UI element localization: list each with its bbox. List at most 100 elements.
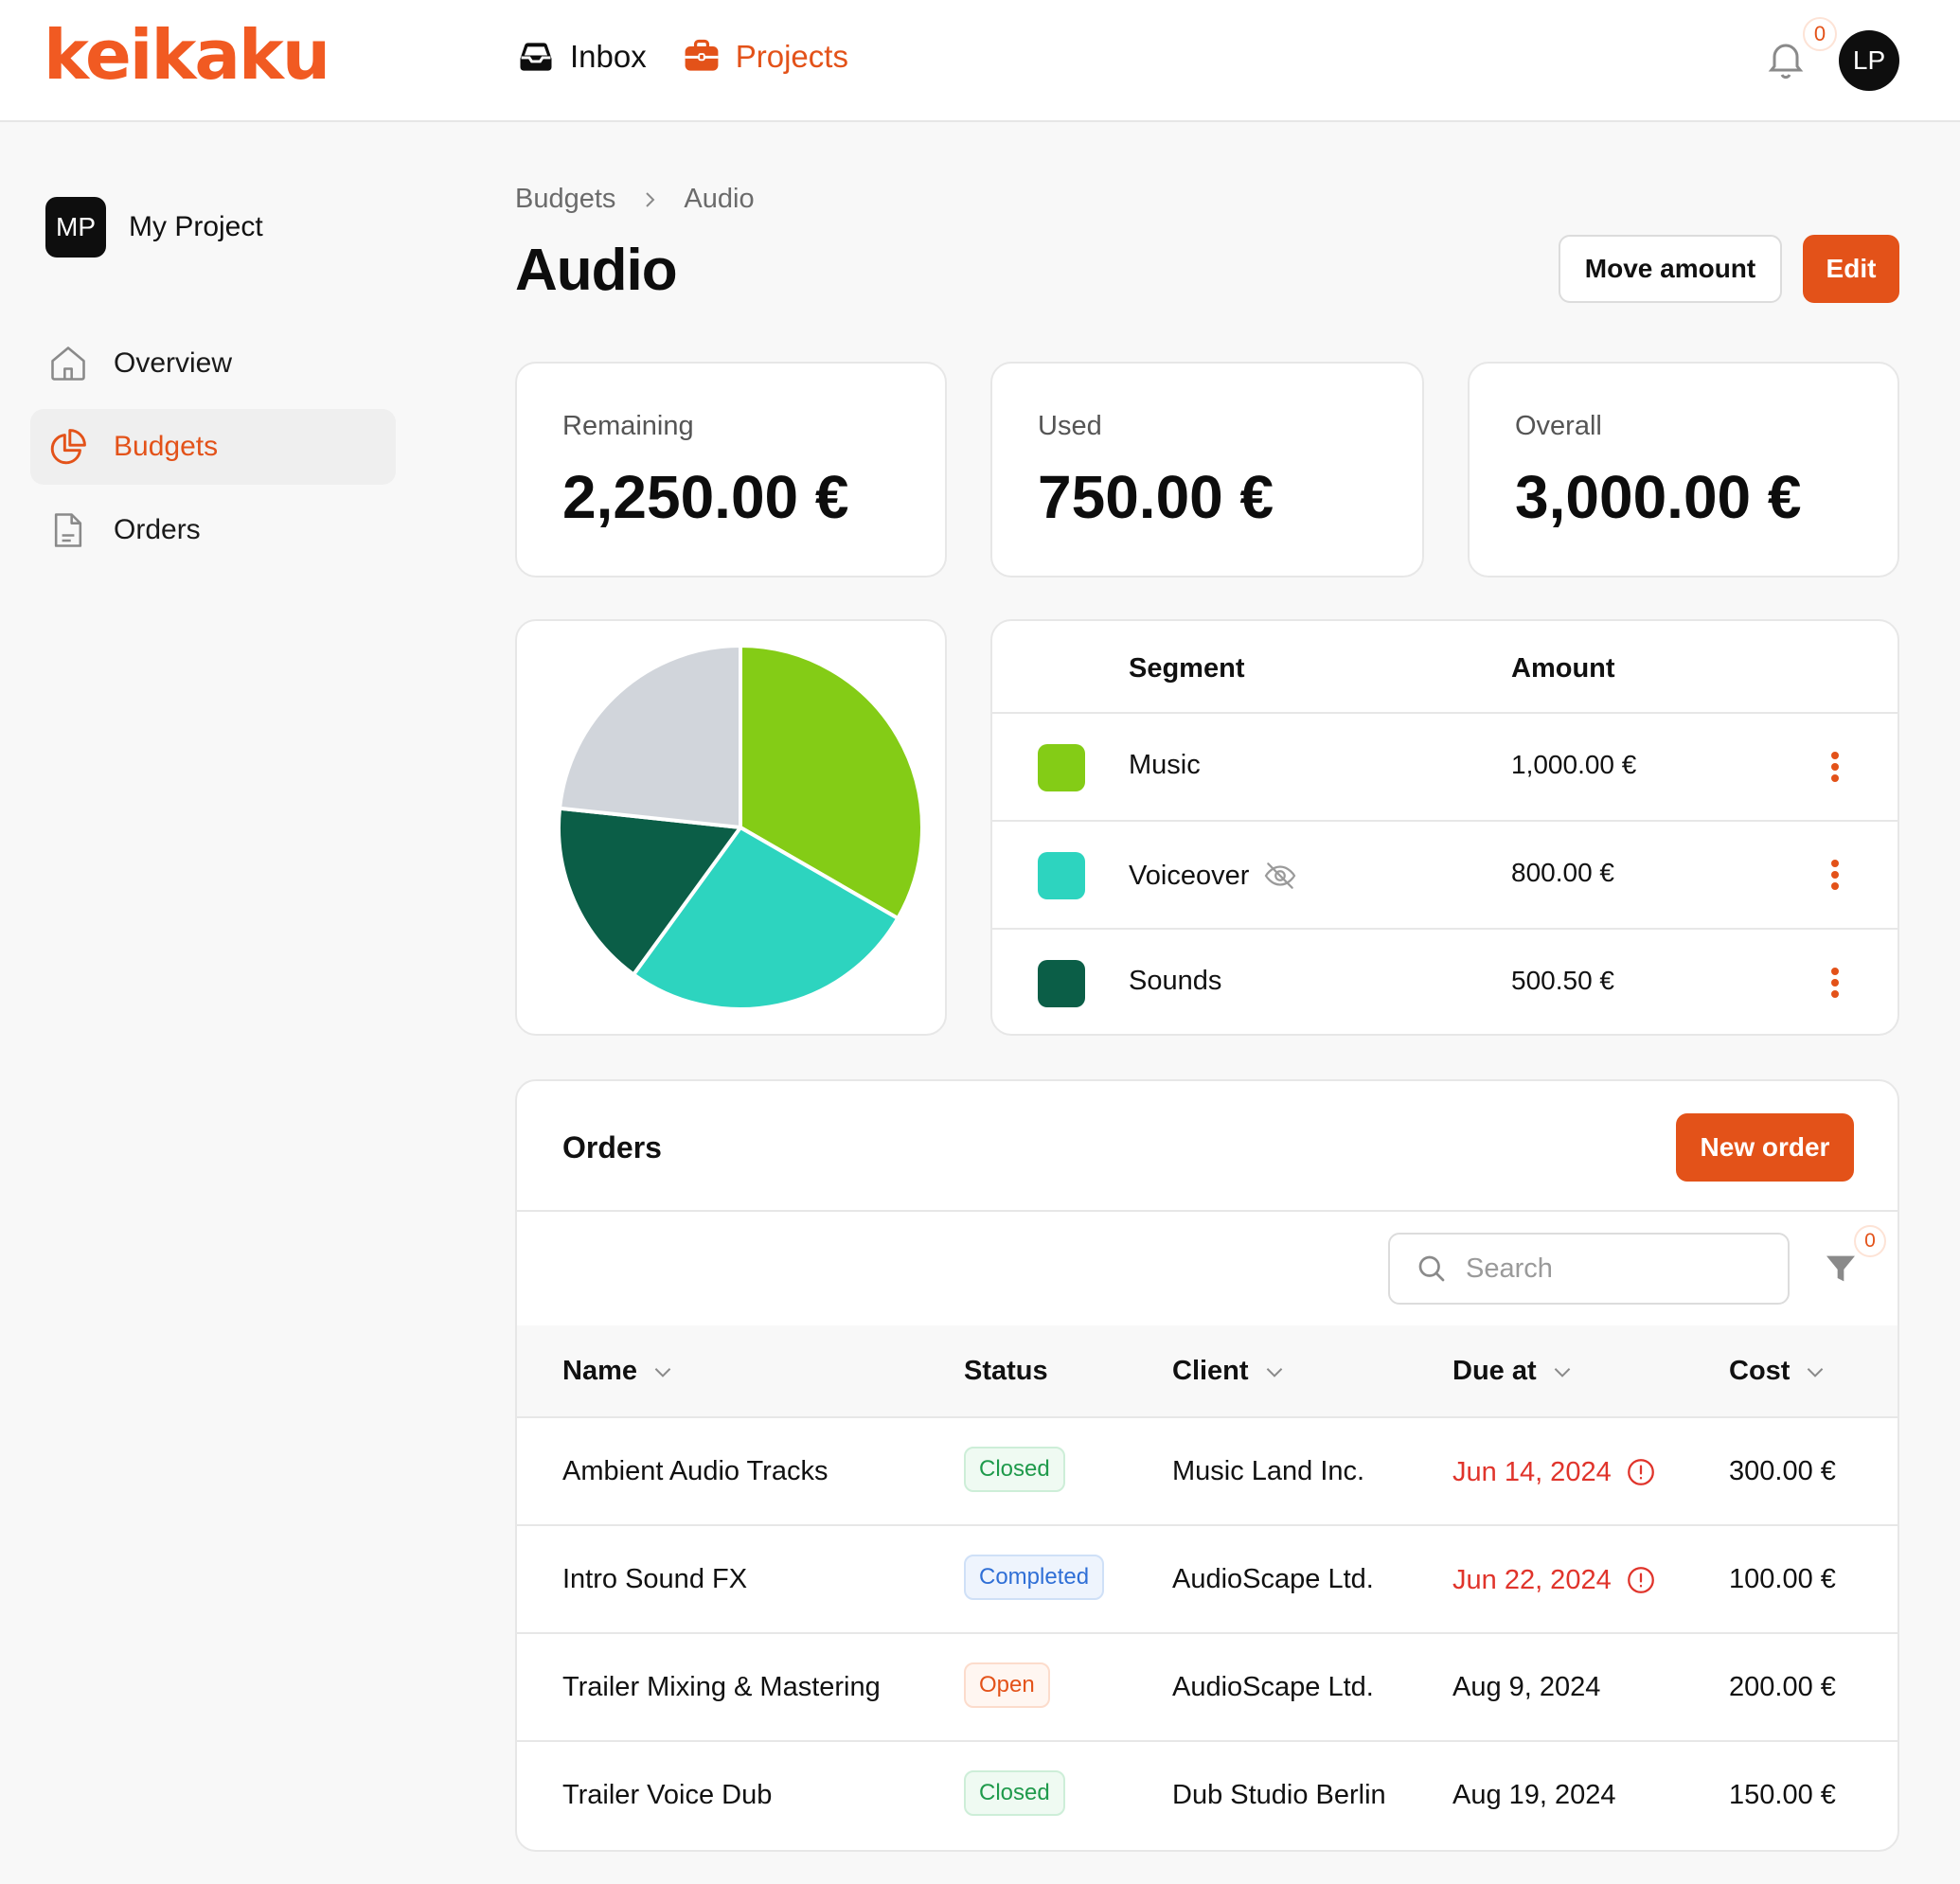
sidebar-item-orders[interactable]: Orders (30, 492, 396, 568)
column-header-due[interactable]: Due at (1452, 1356, 1575, 1387)
inbox-icon (520, 43, 552, 71)
due-date-text: Jun 14, 2024 (1452, 1456, 1612, 1487)
status-badge: Completed (964, 1555, 1105, 1600)
due-date-text: Jun 22, 2024 (1452, 1564, 1612, 1595)
top-bar: keikaku Inbox Projects 0 LP (0, 0, 1960, 122)
table-row[interactable]: Ambient Audio Tracks Closed Music Land I… (517, 1418, 1898, 1526)
app-logo[interactable]: keikaku (44, 21, 330, 89)
due-date-text: Aug 19, 2024 (1452, 1780, 1616, 1810)
column-header-label: Due at (1452, 1356, 1537, 1386)
notification-badge: 0 (1803, 17, 1837, 51)
orders-card: Orders New order 0 Name Status Client Du… (515, 1079, 1899, 1852)
stat-label: Remaining (562, 411, 694, 441)
breadcrumb-link-budgets[interactable]: Budgets (515, 184, 615, 215)
segment-column-header: Segment (1129, 653, 1245, 684)
order-due-date: Jun 14, 2024 (1452, 1456, 1657, 1488)
more-options-icon[interactable] (1826, 856, 1844, 894)
order-due-date: Aug 9, 2024 (1452, 1672, 1600, 1703)
column-header-name[interactable]: Name (562, 1356, 675, 1387)
sidebar-item-label: Overview (114, 347, 233, 379)
pie-slice-unallocated (558, 644, 742, 829)
segment-color-swatch (1038, 960, 1085, 1007)
bell-icon[interactable] (1763, 36, 1809, 81)
segment-row-music[interactable]: Music 1,000.00 € (992, 714, 1898, 822)
table-row[interactable]: Trailer Voice Dub Closed Dub Studio Berl… (517, 1742, 1898, 1850)
segment-amount: 800.00 € (1511, 858, 1614, 887)
order-due-date: Aug 19, 2024 (1452, 1780, 1616, 1811)
segments-table: Segment Amount Music 1,000.00 € Voiceove… (990, 619, 1899, 1036)
order-name: Intro Sound FX (562, 1564, 748, 1594)
pie-chart-icon (50, 429, 86, 465)
order-cost: 100.00 € (1729, 1564, 1836, 1594)
nav-inbox-label: Inbox (570, 39, 647, 74)
segment-row-voiceover[interactable]: Voiceover 800.00 € (992, 822, 1898, 930)
new-order-button[interactable]: New order (1676, 1113, 1854, 1182)
order-client: AudioScape Ltd. (1172, 1564, 1374, 1594)
project-switcher[interactable]: MP My Project (45, 197, 263, 258)
orders-title: Orders (562, 1130, 662, 1164)
chevron-right-icon (646, 191, 655, 207)
stat-card-used: Used 750.00 € (990, 362, 1424, 578)
budget-pie-chart (557, 644, 924, 1011)
top-nav: Inbox Projects (515, 36, 848, 78)
order-name: Trailer Voice Dub (562, 1780, 773, 1810)
column-header-status: Status (964, 1356, 1048, 1387)
segment-color-swatch (1038, 744, 1085, 791)
column-header-cost[interactable]: Cost (1729, 1356, 1827, 1387)
breadcrumb-current: Audio (684, 184, 755, 214)
segment-amount: 1,000.00 € (1511, 750, 1637, 779)
home-icon (51, 347, 85, 381)
document-icon (54, 513, 82, 547)
filter-icon[interactable] (1822, 1250, 1860, 1288)
sidebar-item-budgets[interactable]: Budgets (30, 409, 396, 485)
table-row[interactable]: Intro Sound FX Completed AudioScape Ltd.… (517, 1526, 1898, 1634)
chevron-down-icon (1266, 1367, 1282, 1377)
chevron-down-icon (1808, 1367, 1824, 1377)
sidebar-item-label: Budgets (114, 431, 219, 462)
more-options-icon[interactable] (1826, 964, 1844, 1002)
order-due-date: Jun 22, 2024 (1452, 1564, 1657, 1596)
order-cost: 200.00 € (1729, 1672, 1836, 1702)
nav-projects-label: Projects (735, 39, 848, 74)
segment-name: Sounds (1129, 966, 1221, 997)
segment-name-text: Music (1129, 750, 1201, 780)
order-cost: 150.00 € (1729, 1780, 1836, 1810)
alert-circle-icon (1627, 1567, 1654, 1593)
order-cost: 300.00 € (1729, 1456, 1836, 1486)
stat-value: 2,250.00 € (562, 463, 849, 531)
order-client: AudioScape Ltd. (1172, 1672, 1374, 1702)
status-badge: Closed (964, 1770, 1065, 1816)
sidebar-item-label: Orders (114, 514, 201, 545)
status-badge: Open (964, 1662, 1050, 1708)
chevron-down-icon (1554, 1367, 1570, 1377)
column-header-client[interactable]: Client (1172, 1356, 1287, 1387)
table-row[interactable]: Trailer Mixing & Mastering Open AudioSca… (517, 1634, 1898, 1742)
stat-label: Used (1038, 411, 1102, 441)
segment-name: Music (1129, 750, 1201, 781)
segment-name-text: Sounds (1129, 966, 1222, 996)
order-name: Ambient Audio Tracks (562, 1456, 829, 1486)
order-name: Trailer Mixing & Mastering (562, 1672, 881, 1702)
search-field[interactable] (1388, 1233, 1790, 1305)
stat-value: 750.00 € (1038, 463, 1274, 531)
briefcase-icon (685, 39, 719, 71)
move-amount-button[interactable]: Move amount (1559, 235, 1782, 303)
sidebar-item-overview[interactable]: Overview (30, 326, 396, 401)
column-header-label: Cost (1729, 1356, 1791, 1386)
segment-name: Voiceover (1129, 858, 1298, 894)
edit-button[interactable]: Edit (1803, 235, 1899, 303)
stat-value: 3,000.00 € (1515, 463, 1802, 531)
column-header-label: Status (964, 1356, 1048, 1386)
breadcrumb: Budgets Audio (515, 184, 755, 215)
nav-inbox[interactable]: Inbox (515, 36, 647, 78)
project-name: My Project (129, 211, 263, 242)
more-options-icon[interactable] (1826, 748, 1844, 786)
column-header-label: Name (562, 1356, 637, 1386)
nav-projects[interactable]: Projects (681, 36, 848, 78)
segment-row-sounds[interactable]: Sounds 500.50 € (992, 930, 1898, 1034)
user-avatar[interactable]: LP (1839, 30, 1899, 91)
filter-count-badge: 0 (1854, 1225, 1886, 1257)
order-client: Dub Studio Berlin (1172, 1780, 1386, 1810)
alert-circle-icon (1627, 1459, 1654, 1485)
search-input[interactable] (1466, 1253, 1750, 1285)
